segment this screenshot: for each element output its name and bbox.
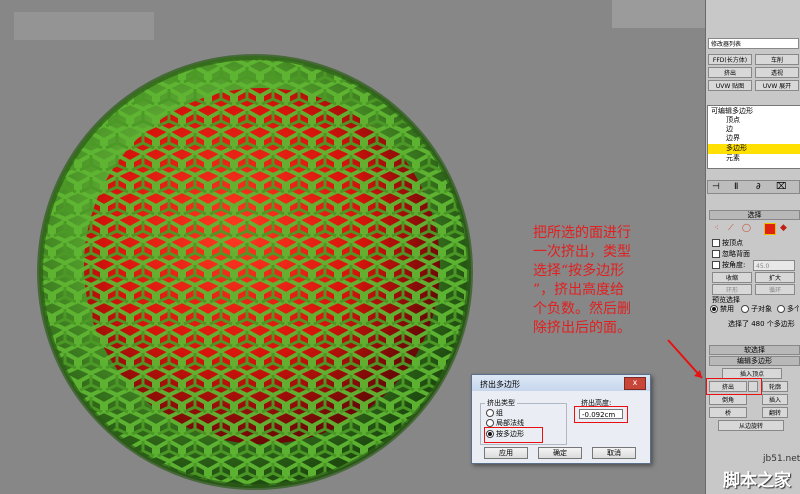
type-group-radio[interactable]: 组: [486, 409, 503, 418]
ffd-box-button[interactable]: FFD(长方体): [708, 54, 752, 65]
extrusion-type-label: 挤出类型: [485, 398, 517, 408]
rollout-soft-selection[interactable]: 软选择: [709, 345, 800, 355]
stack-toolbar: ⊣ Ⅱ ∂ ⌧: [707, 180, 800, 194]
selection-status: 选择了 480 个多边形: [728, 320, 795, 328]
highlight-by-polygon-box: [484, 427, 543, 443]
highlight-height-box: [574, 406, 628, 423]
preview-selection-label: 预览选择: [712, 296, 740, 304]
by-vertex-checkbox[interactable]: 按顶点: [712, 239, 743, 248]
ok-button[interactable]: 确定: [538, 447, 582, 459]
annotation-line: 一次挤出，类型: [533, 244, 631, 260]
selection-arrow: [667, 339, 703, 379]
outline-button[interactable]: 轮廓: [762, 381, 788, 392]
annotation-line: ”，挤出高度给: [533, 282, 625, 298]
modifier-stack[interactable]: 可编辑多边形 顶点 边 边界 多边形 元素: [707, 105, 800, 169]
stack-item-border[interactable]: 边界: [726, 134, 740, 143]
border-mode-icon[interactable]: ◯: [742, 223, 751, 232]
pin-stack-icon[interactable]: ⊣: [712, 182, 720, 192]
preview-subobject-label: 子对象: [751, 305, 772, 313]
cancel-button[interactable]: 取消: [592, 447, 636, 459]
make-unique-icon[interactable]: ∂: [756, 182, 761, 192]
lathe-button[interactable]: 车削: [755, 54, 799, 65]
site-watermark: jb51.net 脚本之家: [705, 452, 800, 494]
preview-disabled-radio[interactable]: 禁用: [710, 305, 734, 314]
ignore-backface-label: 忽略背面: [722, 250, 750, 258]
polygon-mode-icon[interactable]: [764, 223, 776, 235]
angle-spinner[interactable]: 45.0: [753, 260, 795, 271]
rollout-selection-header[interactable]: 选择: [709, 210, 800, 220]
show-end-result-icon[interactable]: Ⅱ: [734, 182, 738, 192]
uvw-unwrap-button[interactable]: UVW 展开: [755, 80, 799, 91]
watermark-site: jb51.net: [763, 454, 800, 464]
grow-button[interactable]: 扩大: [755, 272, 795, 283]
by-vertex-label: 按顶点: [722, 239, 743, 247]
hinge-from-edge-button[interactable]: 从边旋转: [718, 420, 784, 431]
by-angle-label: 按角度:: [722, 261, 746, 269]
edge-mode-icon[interactable]: ⟋: [728, 223, 734, 233]
selected-subobject-highlight: [708, 144, 800, 154]
perspective-button[interactable]: 透视: [755, 67, 799, 78]
inset-button[interactable]: 插入: [762, 394, 788, 405]
stack-item-element[interactable]: 元素: [726, 154, 740, 163]
subobject-icons: ⁖ ⟋ ◯ ◆: [712, 223, 797, 235]
element-mode-icon[interactable]: ◆: [780, 223, 787, 233]
type-local-normal-label: 局部法线: [496, 419, 524, 427]
bevel-button[interactable]: 倒角: [709, 394, 747, 405]
highlight-extrude-box: [706, 378, 762, 395]
uvw-map-button[interactable]: UVW 贴图: [708, 80, 752, 91]
type-group-label: 组: [496, 409, 503, 417]
dialog-title: 挤出多边形: [480, 380, 520, 389]
flip-button[interactable]: 翻转: [762, 407, 788, 418]
annotation-line: 把所选的面进行: [533, 225, 631, 241]
preview-multi-label: 多个: [787, 305, 799, 313]
ignore-backface-checkbox[interactable]: 忽略背面: [712, 250, 750, 259]
modifier-list-label: 修改器列表: [711, 41, 742, 48]
preview-subobject-radio[interactable]: 子对象: [741, 305, 772, 314]
annotation-line: 个负数。然后删: [533, 301, 631, 317]
stack-item-edge[interactable]: 边: [726, 125, 733, 134]
ring-button[interactable]: 环形: [712, 284, 752, 295]
annotation-line: 除挤出后的面。: [533, 320, 631, 336]
annotation-line: 选择“按多边形: [533, 263, 625, 279]
stack-item-vertex[interactable]: 顶点: [726, 116, 740, 125]
watermark-name: 脚本之家: [723, 471, 791, 491]
dialog-titlebar[interactable]: 挤出多边形 x: [472, 375, 650, 391]
vertex-mode-icon[interactable]: ⁖: [714, 223, 719, 232]
stack-root[interactable]: 可编辑多边形: [711, 107, 753, 116]
preview-multi-radio[interactable]: 多个: [777, 305, 799, 314]
rollout-edit-polygons[interactable]: 编辑多边形: [709, 356, 800, 366]
extrude-modifier-button[interactable]: 挤出: [708, 67, 752, 78]
apply-button[interactable]: 应用: [484, 447, 528, 459]
loop-button[interactable]: 循环: [755, 284, 795, 295]
modifier-list-dropdown[interactable]: 修改器列表: [708, 38, 799, 49]
remove-modifier-icon[interactable]: ⌧: [776, 182, 786, 192]
preview-disabled-label: 禁用: [720, 305, 734, 313]
dialog-close-button[interactable]: x: [624, 377, 646, 390]
shrink-button[interactable]: 收缩: [712, 272, 752, 283]
extrude-polygons-dialog: 挤出多边形 x 挤出类型 组 局部法线 按多边形 挤出高度: -0.092cm …: [471, 374, 651, 464]
bridge-button[interactable]: 桥: [709, 407, 747, 418]
by-angle-checkbox[interactable]: 按角度:: [712, 261, 745, 270]
stack-item-polygon[interactable]: 多边形: [726, 144, 747, 153]
tutorial-annotation: 把所选的面进行 一次挤出，类型 选择“按多边形 ”，挤出高度给 个负数。然后删 …: [533, 224, 653, 338]
